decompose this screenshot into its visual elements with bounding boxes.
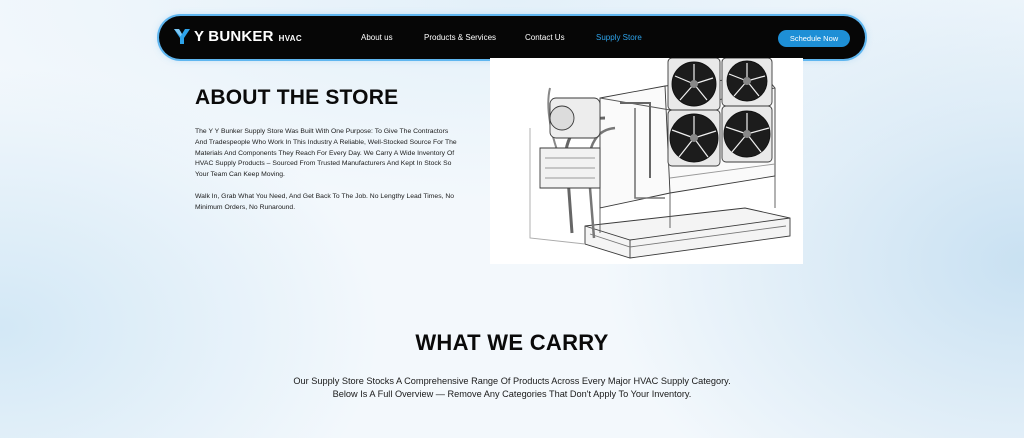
y-logo-icon: [174, 29, 190, 44]
about-paragraph-1: The Y Y Bunker Supply Store Was Built Wi…: [195, 128, 457, 179]
brand-logo[interactable]: Y BUNKER HVAC: [174, 28, 302, 45]
about-heading: ABOUT THE STORE: [195, 86, 399, 109]
what-we-carry-description: Our Supply Store Stocks A Comprehensive …: [293, 376, 731, 399]
nav-link-about-us[interactable]: About us: [361, 33, 393, 42]
top-navbar: Y BUNKER HVAC About us Products & Servic…: [159, 16, 865, 59]
what-we-carry-heading: WHAT WE CARRY: [415, 330, 609, 355]
nav-link-contact-us[interactable]: Contact Us: [525, 33, 565, 42]
hvac-unit-illustration: [490, 57, 803, 264]
nav-link-products-services[interactable]: Products & Services: [424, 33, 496, 42]
nav-link-supply-store[interactable]: Supply Store: [596, 33, 642, 42]
brand-name: Y BUNKER: [194, 28, 274, 45]
hvac-condenser-sketch: [529, 57, 791, 259]
brand-subtitle: HVAC: [278, 34, 302, 43]
schedule-now-button[interactable]: Schedule Now: [778, 30, 850, 47]
about-paragraph-2: Walk In, Grab What You Need, And Get Bac…: [195, 193, 455, 211]
